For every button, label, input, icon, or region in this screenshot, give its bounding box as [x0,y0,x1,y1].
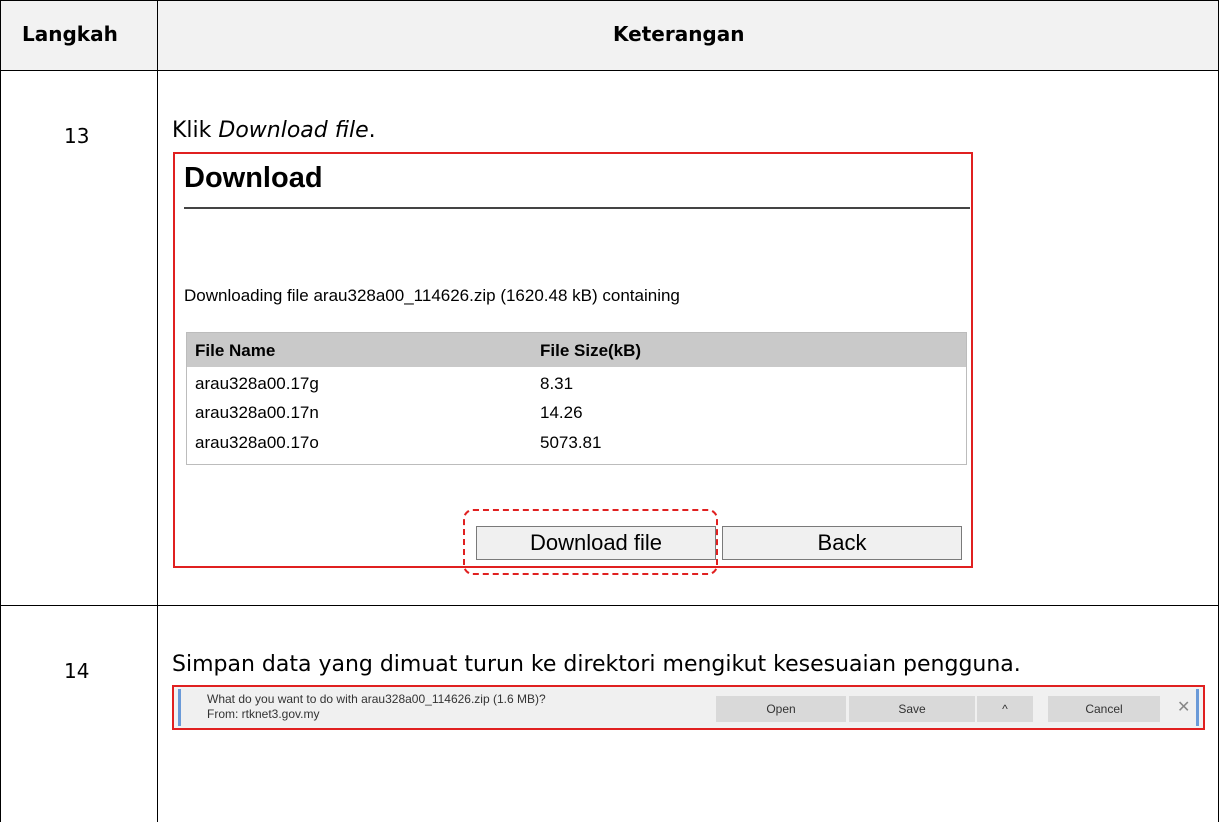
table-row-divider [0,605,1219,606]
step-number: 13 [64,124,90,148]
save-button[interactable]: Save [849,696,975,722]
header-keterangan: Keterangan [613,22,745,46]
download-notification-bar: What do you want to do with arau328a00_1… [178,689,1199,726]
save-bar-screenshot: What do you want to do with arau328a00_1… [172,685,1205,730]
table-row-size: 8.31 [540,374,574,393]
table-border-left [0,0,1,822]
table-row-name: arau328a00.17g [195,374,319,393]
download-info-text: Downloading file arau328a00_114626.zip (… [184,286,680,305]
download-screenshot: Download Downloading file arau328a00_114… [173,152,973,568]
column-file-name: File Name [195,341,276,360]
close-icon[interactable]: ✕ [1177,697,1190,717]
table-header-background [1,1,1218,70]
table-row-name: arau328a00.17n [195,403,319,422]
step-number: 14 [64,659,90,683]
step-instruction: Klik Download file. [172,118,376,143]
table-header-divider [0,70,1219,71]
file-list-header: File Name File Size(kB) [187,333,966,367]
cancel-button[interactable]: Cancel [1048,696,1160,722]
instruction-table: Langkah Keterangan 13 Klik Download file… [0,0,1219,822]
file-list-table: File Name File Size(kB) arau328a00.17g 8… [186,332,967,465]
chevron-up-icon[interactable]: ^ [977,696,1033,722]
table-row-size: 14.26 [540,403,583,422]
back-button[interactable]: Back [722,526,962,560]
download-source: From: rtknet3.gov.my [207,707,320,721]
step-instruction: Simpan data yang dimuat turun ke direkto… [172,652,1021,677]
title-divider [184,207,970,209]
download-title: Download [184,162,323,194]
table-border-top [0,0,1219,1]
header-langkah: Langkah [22,22,118,46]
table-row-size: 5073.81 [540,433,602,452]
table-row-name: arau328a00.17o [195,433,319,452]
download-question: What do you want to do with arau328a00_1… [207,692,546,706]
open-button[interactable]: Open [716,696,846,722]
table-column-divider [157,0,158,822]
highlight-dashed-outline [463,509,718,575]
column-file-size: File Size(kB) [540,341,642,360]
